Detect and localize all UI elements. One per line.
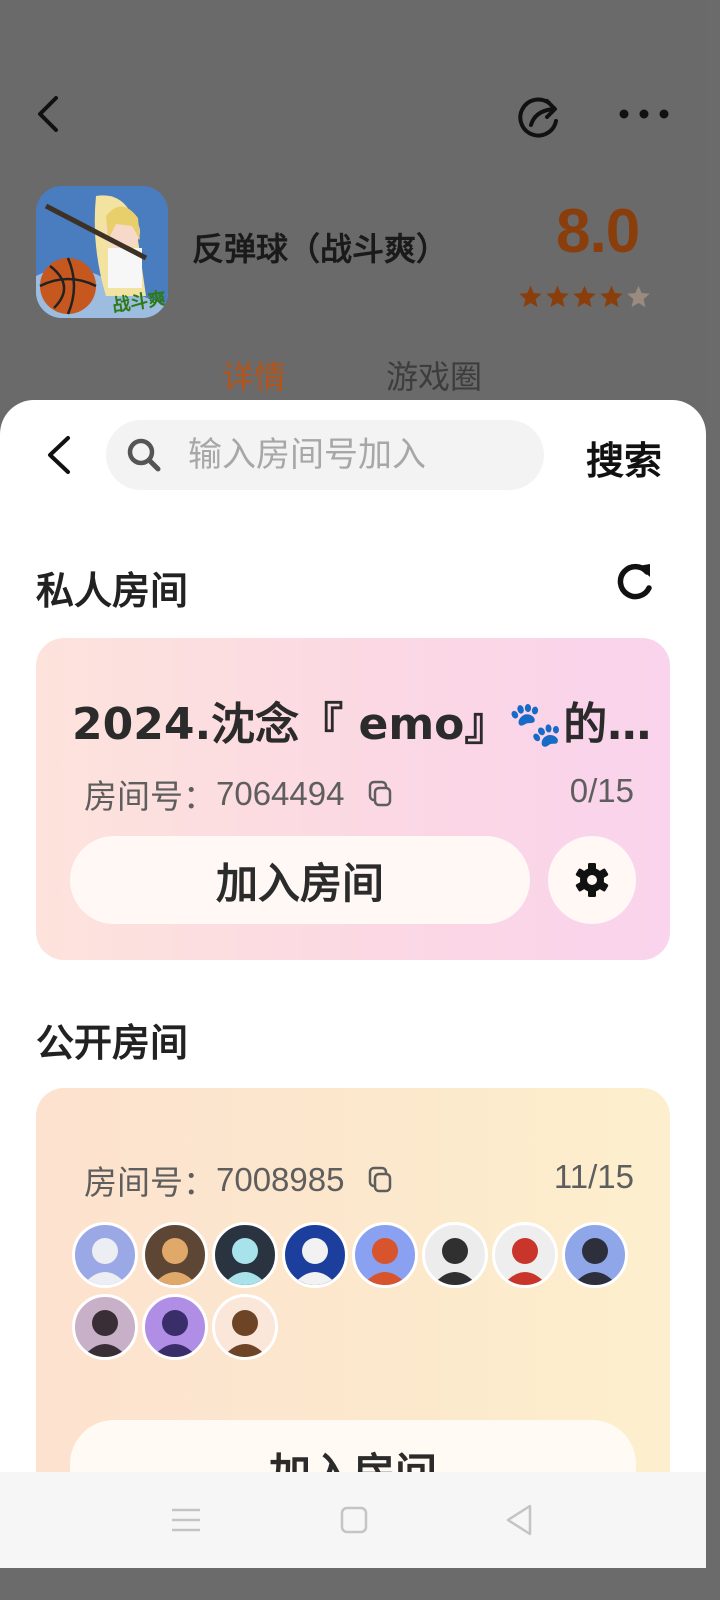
member-avatar[interactable]	[282, 1222, 348, 1288]
search-button[interactable]: 搜索	[586, 430, 662, 485]
member-avatar[interactable]	[212, 1222, 278, 1288]
rating-stars	[518, 284, 651, 309]
star-filled-icon	[546, 285, 569, 308]
member-avatar[interactable]	[422, 1222, 488, 1288]
tab-game-circle[interactable]: 游戏圈	[386, 352, 482, 398]
room-search-bar	[106, 420, 544, 490]
room-id-label: 房间号：	[84, 1164, 216, 1201]
share-icon[interactable]	[512, 92, 564, 144]
public-room-card: 房间号： 7008985 11/15 加入房间	[36, 1088, 670, 1520]
gear-icon	[575, 863, 609, 897]
member-avatar[interactable]	[352, 1222, 418, 1288]
copy-icon[interactable]	[366, 780, 394, 808]
game-title: 反弹球（战斗爽）	[192, 230, 449, 268]
member-avatar[interactable]	[142, 1222, 208, 1288]
join-room-button[interactable]: 加入房间	[70, 836, 530, 924]
room-id-label: 房间号：	[84, 778, 216, 815]
private-rooms-title: 私人房间	[36, 569, 189, 613]
tab-details[interactable]: 详情	[222, 352, 286, 398]
star-filled-icon	[573, 285, 596, 308]
member-avatar[interactable]	[562, 1222, 628, 1288]
member-avatar[interactable]	[492, 1222, 558, 1288]
room-id-row: 房间号： 7064494	[84, 770, 394, 818]
game-icon: 战斗爽	[36, 186, 168, 318]
member-avatar[interactable]	[72, 1222, 138, 1288]
home-icon[interactable]	[334, 1500, 374, 1540]
star-empty-icon	[627, 285, 650, 308]
room-id-row: 房间号： 7008985	[84, 1156, 394, 1204]
back-nav-icon[interactable]	[500, 1500, 540, 1540]
refresh-icon[interactable]	[610, 558, 658, 606]
member-avatar[interactable]	[72, 1294, 138, 1360]
member-avatar[interactable]	[142, 1294, 208, 1360]
room-number-input[interactable]	[188, 435, 518, 475]
room-id: 7008985	[216, 1161, 345, 1198]
room-member-count: 11/15	[553, 1158, 634, 1195]
more-icon[interactable]	[614, 92, 674, 136]
room-name: 2024.沈念『 emo』🐾的…	[72, 699, 652, 750]
score-value: 8.0	[556, 197, 640, 266]
search-icon	[127, 438, 161, 472]
private-room-card: 2024.沈念『 emo』🐾的… 房间号： 7064494 0/15 加入房间	[36, 638, 670, 960]
star-filled-icon	[519, 285, 542, 308]
room-settings-button[interactable]	[548, 836, 636, 924]
sheet-back-icon[interactable]	[38, 432, 82, 478]
member-avatar[interactable]	[212, 1294, 278, 1360]
room-id: 7064494	[216, 775, 345, 812]
star-filled-icon	[600, 285, 623, 308]
menu-icon[interactable]	[166, 1500, 206, 1540]
member-avatars	[72, 1222, 642, 1360]
copy-icon[interactable]	[366, 1166, 394, 1194]
back-icon[interactable]	[28, 92, 72, 136]
room-member-count: 0/15	[569, 772, 634, 809]
public-rooms-title: 公开房间	[36, 1021, 189, 1065]
